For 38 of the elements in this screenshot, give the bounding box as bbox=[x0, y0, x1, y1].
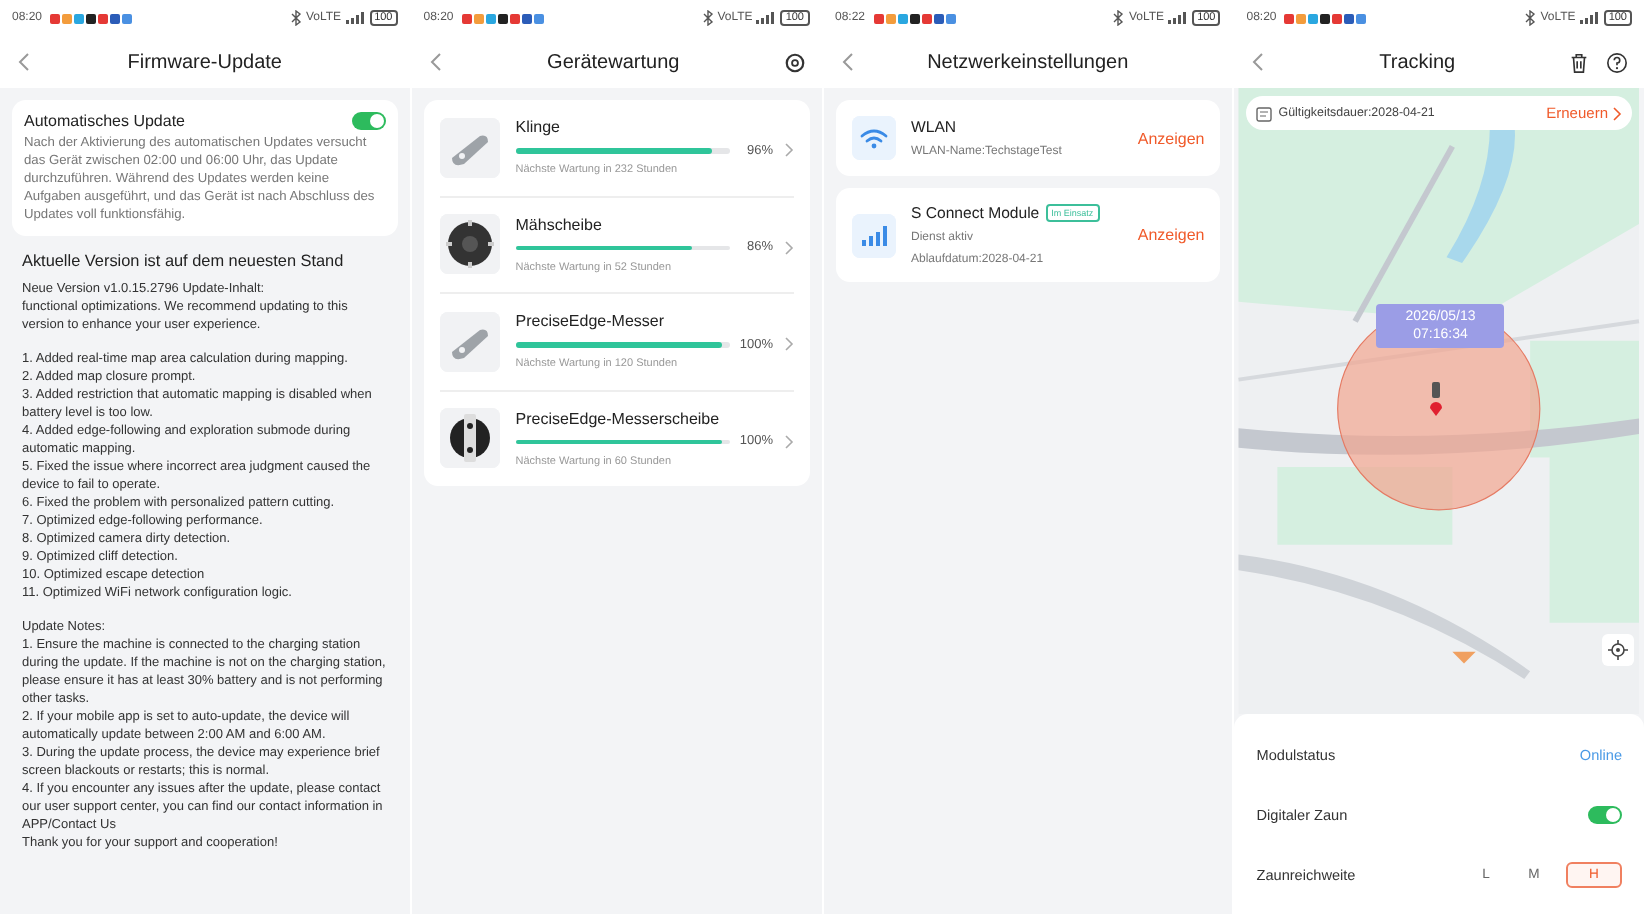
screen-title: Tracking bbox=[1377, 51, 1458, 73]
back-icon[interactable] bbox=[839, 52, 855, 72]
part-name: PreciseEdge-Messerscheibe bbox=[515, 409, 722, 428]
signal-icon bbox=[1579, 12, 1600, 24]
chevron-right-icon[interactable] bbox=[783, 433, 793, 450]
back-icon[interactable] bbox=[16, 52, 32, 72]
signal-icon bbox=[1168, 12, 1189, 24]
part-name: Mähscheibe bbox=[515, 215, 604, 234]
setting-label: Automatisches Update bbox=[24, 112, 185, 130]
chevron-right-icon[interactable] bbox=[783, 239, 793, 256]
screen-title: Netzwerkeinstellungen bbox=[925, 51, 1131, 73]
version-heading: Aktuelle Version ist auf dem neuesten Stand bbox=[22, 252, 346, 270]
bluetooth-icon bbox=[1112, 10, 1125, 26]
chevron-right-icon bbox=[1612, 105, 1622, 121]
bluetooth-icon bbox=[289, 10, 302, 26]
settings-icon[interactable] bbox=[783, 51, 805, 73]
calendar-icon bbox=[1256, 105, 1273, 121]
toggle-switch[interactable] bbox=[1588, 805, 1622, 823]
bluetooth-icon bbox=[701, 10, 714, 26]
bluetooth-icon bbox=[1524, 10, 1537, 26]
signal-icon bbox=[756, 12, 777, 24]
screen-title: Gerätewartung bbox=[545, 51, 682, 73]
help-icon[interactable] bbox=[1606, 51, 1628, 73]
chevron-right-icon[interactable] bbox=[783, 142, 793, 159]
trash-icon[interactable] bbox=[1568, 51, 1590, 73]
back-icon[interactable] bbox=[1250, 52, 1267, 72]
part-name: PreciseEdge-Messer bbox=[515, 312, 666, 331]
signal-icon bbox=[345, 12, 366, 24]
screen-title: Firmware-Update bbox=[125, 51, 284, 73]
show-link[interactable]: Anzeigen bbox=[1137, 226, 1205, 244]
locate-button[interactable] bbox=[1602, 634, 1634, 666]
part-name: Klinge bbox=[515, 118, 562, 137]
show-link[interactable]: Anzeigen bbox=[1137, 129, 1205, 147]
toggle-switch[interactable] bbox=[351, 112, 386, 130]
back-icon[interactable] bbox=[427, 52, 444, 72]
location-pin-icon bbox=[1428, 382, 1445, 416]
chevron-right-icon[interactable] bbox=[783, 336, 793, 353]
crosshair-icon bbox=[1608, 640, 1628, 660]
